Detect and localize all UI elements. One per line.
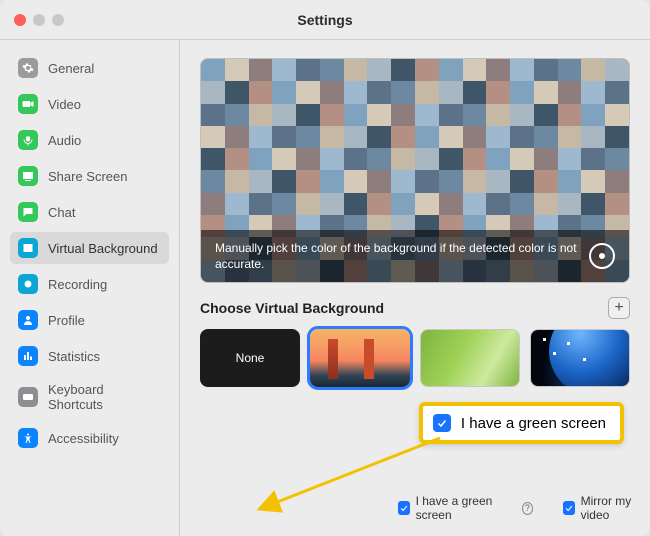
- window-body: General Video Audio Share Screen Chat Vi…: [0, 40, 650, 536]
- thumb-bridge[interactable]: [310, 329, 410, 387]
- sidebar-item-keyboard[interactable]: Keyboard Shortcuts: [10, 376, 169, 418]
- sidebar-item-profile[interactable]: Profile: [10, 304, 169, 336]
- settings-window: Settings General Video Audio Share Scree…: [0, 0, 650, 536]
- sidebar-item-label: General: [48, 61, 94, 76]
- statistics-icon: [18, 346, 38, 366]
- options-row: I have a green screen ? Mirror my video: [398, 494, 650, 522]
- virtual-background-icon: [18, 238, 38, 258]
- thumb-none[interactable]: None: [200, 329, 300, 387]
- accessibility-icon: [18, 428, 38, 448]
- sidebar-item-label: Audio: [48, 133, 81, 148]
- callout-text: I have a green screen: [461, 415, 606, 432]
- checkbox-checked-icon: [398, 501, 410, 515]
- earth-image: [531, 330, 629, 386]
- sidebar-item-label: Keyboard Shortcuts: [48, 382, 161, 412]
- thumb-grass[interactable]: [420, 329, 520, 387]
- video-preview: Manually pick the color of the backgroun…: [200, 58, 630, 283]
- sidebar-item-label: Video: [48, 97, 81, 112]
- checkbox-checked-icon: [433, 414, 451, 432]
- sidebar-item-video[interactable]: Video: [10, 88, 169, 120]
- share-screen-icon: [18, 166, 38, 186]
- minimize-icon[interactable]: [33, 14, 45, 26]
- sidebar: General Video Audio Share Screen Chat Vi…: [0, 40, 180, 536]
- green-screen-label: I have a green screen: [416, 494, 512, 522]
- titlebar: Settings: [0, 0, 650, 40]
- color-picker-button[interactable]: [589, 243, 615, 269]
- chat-icon: [18, 202, 38, 222]
- profile-icon: [18, 310, 38, 330]
- close-icon[interactable]: [14, 14, 26, 26]
- thumb-earth[interactable]: [530, 329, 630, 387]
- add-background-button[interactable]: +: [608, 297, 630, 319]
- checkbox-checked-icon: [563, 501, 575, 515]
- sidebar-item-recording[interactable]: Recording: [10, 268, 169, 300]
- sidebar-item-label: Accessibility: [48, 431, 119, 446]
- preview-tip-bar: Manually pick the color of the backgroun…: [201, 230, 629, 282]
- sidebar-item-audio[interactable]: Audio: [10, 124, 169, 156]
- bridge-image: [310, 329, 410, 387]
- maximize-icon[interactable]: [52, 14, 64, 26]
- content-pane: Manually pick the color of the backgroun…: [180, 40, 650, 536]
- sidebar-item-label: Chat: [48, 205, 75, 220]
- mirror-label: Mirror my video: [581, 494, 650, 522]
- annotation-callout: I have a green screen: [419, 402, 624, 444]
- choose-title: Choose Virtual Background: [200, 300, 384, 316]
- sidebar-item-virtual-background[interactable]: Virtual Background: [10, 232, 169, 264]
- preview-tip-text: Manually pick the color of the backgroun…: [215, 240, 577, 272]
- green-screen-checkbox[interactable]: I have a green screen ?: [398, 494, 533, 522]
- keyboard-icon: [18, 387, 38, 407]
- mirror-checkbox[interactable]: Mirror my video: [563, 494, 650, 522]
- sidebar-item-label: Recording: [48, 277, 107, 292]
- sidebar-item-statistics[interactable]: Statistics: [10, 340, 169, 372]
- recording-icon: [18, 274, 38, 294]
- gear-icon: [18, 58, 38, 78]
- window-controls: [0, 14, 64, 26]
- video-icon: [18, 94, 38, 114]
- background-thumbnails: None: [200, 329, 630, 387]
- sidebar-item-chat[interactable]: Chat: [10, 196, 169, 228]
- sidebar-item-label: Share Screen: [48, 169, 128, 184]
- thumb-none-label: None: [236, 351, 265, 365]
- audio-icon: [18, 130, 38, 150]
- sidebar-item-general[interactable]: General: [10, 52, 169, 84]
- sidebar-item-share-screen[interactable]: Share Screen: [10, 160, 169, 192]
- sidebar-item-label: Profile: [48, 313, 85, 328]
- help-icon[interactable]: ?: [522, 502, 533, 515]
- sidebar-item-label: Statistics: [48, 349, 100, 364]
- window-title: Settings: [0, 12, 650, 28]
- grass-image: [421, 330, 519, 386]
- sidebar-item-accessibility[interactable]: Accessibility: [10, 422, 169, 454]
- choose-header: Choose Virtual Background +: [200, 297, 630, 319]
- sidebar-item-label: Virtual Background: [48, 241, 158, 256]
